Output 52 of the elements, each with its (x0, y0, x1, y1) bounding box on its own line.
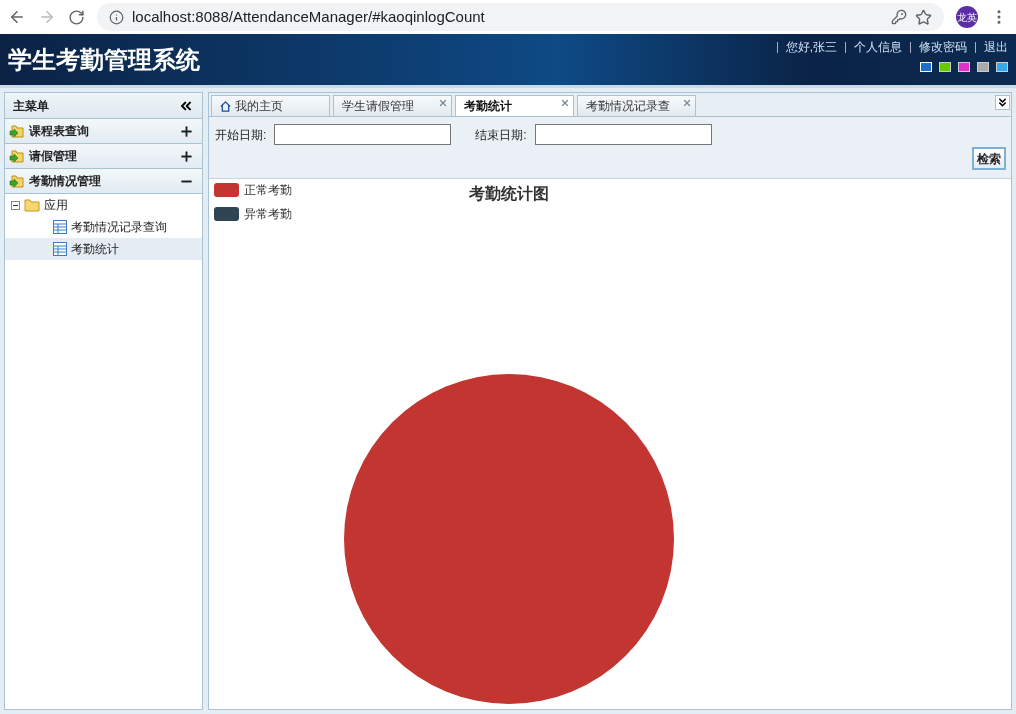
chart-title: 考勤统计图 (469, 185, 549, 202)
profile-avatar[interactable]: 龙英 (956, 6, 978, 28)
legend-item[interactable]: 异常考勤 (214, 207, 292, 221)
header-link[interactable]: 修改密码 (919, 38, 967, 56)
reload-icon[interactable] (68, 8, 85, 26)
info-icon (109, 9, 124, 25)
legend-item[interactable]: 正常考勤 (214, 183, 292, 197)
legend-label: 异常考勤 (244, 207, 292, 221)
close-icon[interactable] (682, 98, 692, 108)
theme-swatch[interactable] (977, 62, 989, 72)
star-icon[interactable] (915, 8, 932, 26)
expand-icon[interactable] (179, 148, 194, 164)
menu-section[interactable]: 请假管理 (5, 144, 202, 169)
folder-arrow-icon (9, 123, 25, 139)
key-icon[interactable] (891, 9, 907, 25)
expand-icon[interactable] (179, 123, 194, 139)
menu-section[interactable]: 课程表查询 (5, 119, 202, 144)
start-date-label: 开始日期: (215, 126, 267, 144)
collapse-icon[interactable] (11, 200, 20, 210)
theme-swatch[interactable] (996, 62, 1008, 72)
menu-section[interactable]: 考勤情况管理 (5, 169, 202, 194)
tree-item[interactable]: 考勤统计 (5, 238, 202, 260)
tab[interactable]: 我的主页 (211, 95, 330, 116)
start-date-field[interactable] (274, 124, 452, 145)
tab-scroll-icon[interactable] (995, 95, 1010, 110)
folder-icon (24, 198, 40, 212)
system-title: 学生考勤管理系统 (8, 44, 200, 75)
close-icon[interactable] (560, 98, 570, 108)
end-date-label: 结束日期: (475, 126, 527, 144)
theme-swatch[interactable] (958, 62, 970, 72)
tab[interactable]: 考勤统计 (455, 95, 574, 116)
table-icon (53, 242, 67, 256)
sidebar-title: 主菜单 (13, 97, 49, 115)
table-icon (53, 220, 67, 234)
home-icon (220, 100, 231, 112)
back-icon[interactable] (8, 8, 26, 26)
header-link[interactable]: 您好,张三 (785, 38, 837, 56)
address-bar[interactable]: localhost:8088/AttendanceManager/#kaoqinlogCount (97, 3, 944, 31)
theme-swatch[interactable] (939, 62, 951, 72)
url-text: localhost:8088/AttendanceManager/#kaoqinlogCount (132, 6, 486, 27)
tree-item[interactable]: 考勤情况记录查询 (5, 216, 202, 238)
header-link[interactable]: 个人信息 (854, 38, 902, 56)
end-date-field[interactable] (534, 124, 712, 145)
tab[interactable]: 学生请假管理 (333, 95, 452, 116)
legend-label: 正常考勤 (244, 183, 292, 197)
folder-arrow-icon (9, 173, 25, 189)
tab[interactable]: 考勤情况记录查 (577, 95, 696, 116)
header-link[interactable]: 退出 (984, 38, 1008, 56)
folder-arrow-icon (9, 148, 25, 164)
search-button[interactable]: 检索 (972, 147, 1006, 170)
close-icon[interactable] (438, 98, 448, 108)
tree-node[interactable]: 应用 (44, 196, 68, 214)
